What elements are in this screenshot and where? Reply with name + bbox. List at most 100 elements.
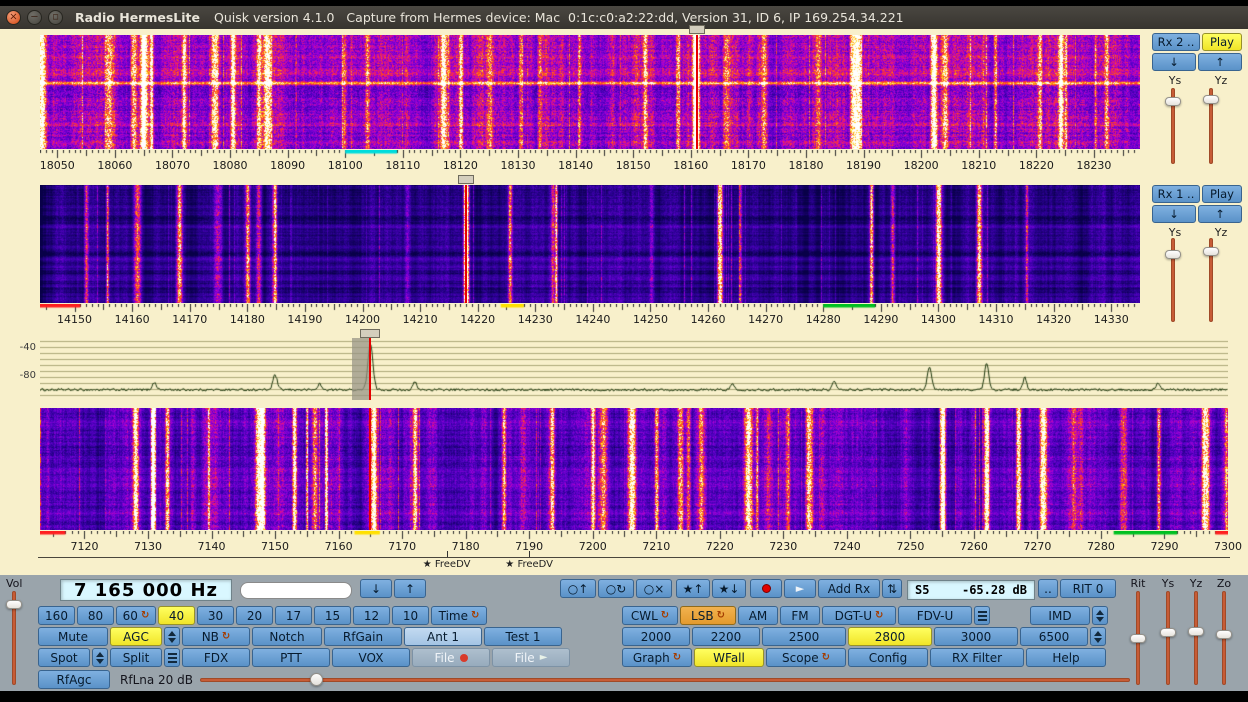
- band-20-button[interactable]: 20: [236, 606, 273, 625]
- frequency-scale-rx1[interactable]: 1415014160141701418014190142001421014220…: [40, 304, 1140, 326]
- agc-slider-button[interactable]: [164, 627, 180, 646]
- maximize-button[interactable]: ▫: [48, 10, 63, 25]
- favorites-open-button[interactable]: ★↓: [712, 579, 746, 598]
- rx2-select-button[interactable]: Rx 2 ..: [1152, 33, 1200, 51]
- smeter-options-button[interactable]: ..: [1038, 579, 1058, 598]
- rx1-band-up-button[interactable]: ↑: [1198, 205, 1242, 223]
- band-updown-button[interactable]: ⇅: [882, 579, 902, 598]
- spot-slider-button[interactable]: [92, 648, 108, 667]
- mode-fm-button[interactable]: FM: [780, 606, 820, 625]
- mode-fdvu-button[interactable]: FDV-U: [898, 606, 972, 625]
- rx-filter-button[interactable]: RX Filter: [930, 648, 1024, 667]
- filter-2000-button[interactable]: 2000: [622, 627, 690, 646]
- ys-slider[interactable]: [1159, 591, 1177, 685]
- notch-button[interactable]: Notch: [252, 627, 322, 646]
- nb-button[interactable]: NB↻: [182, 627, 250, 646]
- file-record-button[interactable]: File: [412, 648, 490, 667]
- mode-lsb-button[interactable]: LSB↻: [680, 606, 736, 625]
- minimize-button[interactable]: −: [27, 10, 42, 25]
- rx1-yz-slider[interactable]: [1202, 238, 1220, 322]
- freq-tick-label: 14280: [799, 313, 847, 326]
- playback-button[interactable]: ►: [784, 579, 816, 598]
- rfagc-button[interactable]: RfAgc: [38, 670, 110, 689]
- split-menu-button[interactable]: [164, 648, 180, 667]
- band-160-button[interactable]: 160: [38, 606, 75, 625]
- close-button[interactable]: ×: [6, 10, 21, 25]
- record-button[interactable]: [750, 579, 782, 598]
- rit-slider[interactable]: [1129, 591, 1147, 685]
- main-tuning-tab[interactable]: [360, 329, 380, 338]
- band-17-button[interactable]: 17: [275, 606, 312, 625]
- screen-scope-button[interactable]: Scope↻: [766, 648, 846, 667]
- favorites-add-button[interactable]: ★↑: [676, 579, 710, 598]
- fdx-button[interactable]: FDX: [182, 648, 250, 667]
- file-play-button[interactable]: File►: [492, 648, 570, 667]
- waterfall-rx1[interactable]: [40, 185, 1140, 303]
- mode-am-button[interactable]: AM: [738, 606, 778, 625]
- help-button[interactable]: Help: [1026, 648, 1106, 667]
- rflna-slider[interactable]: [200, 670, 1130, 689]
- spectrum-graph[interactable]: [40, 338, 1228, 400]
- rx1-select-button[interactable]: Rx 1 ..: [1152, 185, 1200, 203]
- rx1-play-button[interactable]: Play: [1202, 185, 1242, 203]
- antenna-button[interactable]: Ant 1: [404, 627, 482, 646]
- minimize-icon: −: [30, 12, 38, 22]
- frequency-scale-main[interactable]: 7120713071407150716071707180719072007210…: [40, 531, 1228, 553]
- fdvu-menu-button[interactable]: [974, 606, 990, 625]
- band-60-button[interactable]: 60↻: [116, 606, 156, 625]
- rx1-ys-slider[interactable]: [1164, 238, 1182, 322]
- spot-button[interactable]: Spot: [38, 648, 90, 667]
- rx2-tuning-tab[interactable]: [689, 25, 705, 34]
- frequency-entry[interactable]: [240, 582, 352, 599]
- memory-save-button[interactable]: ○↑: [560, 579, 596, 598]
- band-15-button[interactable]: 15: [314, 606, 351, 625]
- band-12-button[interactable]: 12: [353, 606, 390, 625]
- memory-delete-button[interactable]: ○×: [636, 579, 672, 598]
- rfgain-button[interactable]: RfGain: [324, 627, 402, 646]
- mode-dgtu-button[interactable]: DGT-U↻: [822, 606, 896, 625]
- agc-button[interactable]: AGC: [110, 627, 162, 646]
- ptt-button[interactable]: PTT: [252, 648, 330, 667]
- volume-slider[interactable]: [5, 591, 23, 685]
- add-rx-button[interactable]: Add Rx: [818, 579, 880, 598]
- band-10-button[interactable]: 10: [392, 606, 429, 625]
- frequency-display[interactable]: 7 165 000 Hz: [60, 579, 232, 601]
- filter-6500-button[interactable]: 6500: [1020, 627, 1088, 646]
- imd-adjust-button[interactable]: [1092, 606, 1108, 625]
- filter-2200-button[interactable]: 2200: [692, 627, 760, 646]
- config-button[interactable]: Config: [848, 648, 928, 667]
- rx2-band-down-button[interactable]: ↓: [1152, 53, 1196, 71]
- rx2-play-button[interactable]: Play: [1202, 33, 1242, 51]
- zo-slider[interactable]: [1215, 591, 1233, 685]
- rit-button[interactable]: RIT 0: [1060, 579, 1116, 598]
- screen-wfall-button[interactable]: WFall: [694, 648, 764, 667]
- filter-3000-button[interactable]: 3000: [934, 627, 1018, 646]
- split-button[interactable]: Split: [110, 648, 162, 667]
- rx2-ys-slider[interactable]: [1164, 88, 1182, 164]
- screen-graph-button[interactable]: Graph↻: [622, 648, 692, 667]
- freq-down-button[interactable]: ↓: [360, 579, 392, 598]
- filter-adjust-button[interactable]: [1090, 627, 1106, 646]
- mode-cwl-button[interactable]: CWL↻: [622, 606, 678, 625]
- mute-button[interactable]: Mute: [38, 627, 108, 646]
- frequency-scale-rx2[interactable]: 1805018060180701808018090181001811018120…: [40, 150, 1140, 172]
- yz-slider[interactable]: [1187, 591, 1205, 685]
- band-40-button[interactable]: 40: [158, 606, 195, 625]
- vox-button[interactable]: VOX: [332, 648, 410, 667]
- rx2-band-up-button[interactable]: ↑: [1198, 53, 1242, 71]
- band-30-button[interactable]: 30: [197, 606, 234, 625]
- test1-button[interactable]: Test 1: [484, 627, 562, 646]
- rx1-tuning-tab[interactable]: [458, 175, 474, 184]
- memory-next-button[interactable]: ○↻: [598, 579, 634, 598]
- mode-imd-button[interactable]: IMD: [1030, 606, 1090, 625]
- filter-2800-button[interactable]: 2800: [848, 627, 932, 646]
- waterfall-rx2[interactable]: [40, 35, 1140, 149]
- rx2-yz-slider[interactable]: [1202, 88, 1220, 164]
- band-time-button[interactable]: Time↻: [431, 606, 487, 625]
- filter-2500-button[interactable]: 2500: [762, 627, 846, 646]
- freq-tick-label: 14250: [626, 313, 674, 326]
- waterfall-main[interactable]: [40, 408, 1228, 530]
- rx1-band-down-button[interactable]: ↓: [1152, 205, 1196, 223]
- freq-up-button[interactable]: ↑: [394, 579, 426, 598]
- band-80-button[interactable]: 80: [77, 606, 114, 625]
